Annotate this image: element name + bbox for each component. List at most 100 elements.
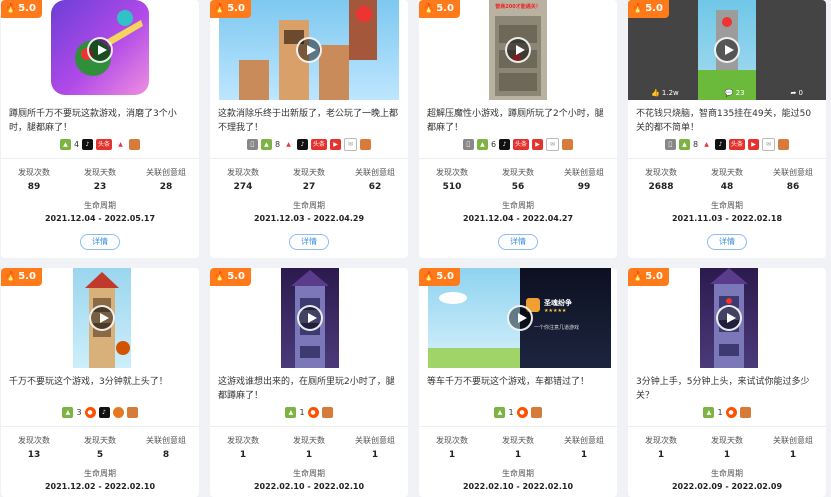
creative-card[interactable]: 🔥 5.0 千万不要玩这个游戏，3分钟就上头了！ ▲ 3 ● ♪ 发现次数 13 发… xyxy=(1,268,199,497)
stat-discover-count: 发现次数 274 xyxy=(227,168,259,192)
flame-icon: 🔥 xyxy=(632,272,644,282)
comment-count: 💬 23 xyxy=(724,89,745,97)
toutiao-icon: 头条 xyxy=(513,138,530,150)
play-icon[interactable] xyxy=(297,305,323,331)
game-app-icon xyxy=(778,138,790,150)
platform-count: 6 xyxy=(490,139,497,149)
pumpkin-app-icon xyxy=(112,406,124,418)
creative-card[interactable]: 👍 1.2w 💬 23 ➦ 0 🔥 5.0 不花钱只烧脑，智商135挂在49关，能… xyxy=(628,0,826,258)
stat-discover-days: 发现天数 56 xyxy=(502,168,534,192)
score-badge: 🔥 5.0 xyxy=(210,268,251,286)
android-icon: ▲ xyxy=(62,406,74,418)
lifecycle-label: 生命周期 xyxy=(84,201,116,210)
stat-creative-groups: 关联创意组 99 xyxy=(564,168,604,192)
lifecycle-label: 生命周期 xyxy=(84,469,116,478)
platform-list:  ▲ 6 ♪ 头条 ▶ ✉ xyxy=(419,137,617,151)
divider xyxy=(1,158,199,159)
creative-card[interactable]: 🔥 5.0 蹲厕所千万不要玩这款游戏，消磨了3个小时，腿都麻了！ ▲ 4 ♪ 头条… xyxy=(1,0,199,258)
ad-copy: 等车千万不要玩这个游戏，车都错过了！ xyxy=(427,377,590,387)
stat-discover-days: 发现天数 5 xyxy=(84,436,116,460)
ad-copy: 这游戏谁想出来的，在厕所里玩2小时了，腿都蹲麻了！ xyxy=(218,377,395,401)
douyin-icon: ♪ xyxy=(715,138,727,150)
ad-copy: 这款消除乐终于出新版了，老公玩了一晚上都不理我了！ xyxy=(218,109,399,133)
platform-list:  ▲ 8 ▲ ♪ 头条 ▶ ✉ xyxy=(628,137,826,151)
platform-count: 1 xyxy=(717,407,723,417)
stat-discover-days: 发现天数 23 xyxy=(84,168,116,192)
social-bar: 👍 1.2w 💬 23 ➦ 0 xyxy=(628,86,826,100)
android-icon: ▲ xyxy=(59,138,71,150)
flame-icon: 🔥 xyxy=(5,272,17,282)
game-app-icon xyxy=(530,406,542,418)
stat-creative-groups: 关联创意组 1 xyxy=(355,436,395,460)
lifecycle-label: 生命周期 xyxy=(711,469,743,478)
score-value: 5.0 xyxy=(436,271,454,282)
xigua-icon: ▲ xyxy=(283,138,295,150)
creative-card[interactable]: 🔥 5.0 3分钟上手，5分钟上头，来试试你能过多少关？ ▲ 1 ● 发现次数 1 … xyxy=(628,268,826,497)
video-app-icon: ▶ xyxy=(532,138,544,150)
detail-button[interactable]: 详情 xyxy=(498,234,538,250)
play-icon[interactable] xyxy=(87,37,113,63)
apple-icon:  xyxy=(664,138,676,150)
stat-discover-days: 发现天数 1 xyxy=(293,436,325,460)
score-badge: 🔥 5.0 xyxy=(628,268,669,286)
platform-count: 8 xyxy=(274,139,281,149)
toutiao-icon: 头条 xyxy=(311,138,328,150)
detail-button[interactable]: 详情 xyxy=(80,234,120,250)
stat-discover-days: 发现天数 48 xyxy=(711,168,743,192)
score-value: 5.0 xyxy=(436,3,454,14)
toutiao-icon: 头条 xyxy=(96,138,113,150)
detail-button[interactable]: 详情 xyxy=(707,234,747,250)
divider xyxy=(210,158,408,159)
score-value: 5.0 xyxy=(645,271,663,282)
stat-creative-groups: 关联创意组 28 xyxy=(146,168,186,192)
score-value: 5.0 xyxy=(18,3,36,14)
lifecycle-label: 生命周期 xyxy=(502,201,534,210)
flame-icon: 🔥 xyxy=(214,4,226,14)
stat-discover-count: 发现次数 1 xyxy=(227,436,259,460)
android-icon: ▲ xyxy=(476,138,488,150)
lifecycle-range: 2022.02.09 - 2022.02.09 xyxy=(671,482,783,491)
kuaishou-icon: ● xyxy=(516,406,528,418)
score-value: 5.0 xyxy=(227,271,245,282)
play-icon[interactable] xyxy=(716,305,742,331)
android-icon: ▲ xyxy=(703,406,715,418)
toutiao-icon: 头条 xyxy=(729,138,746,150)
game-app-icon xyxy=(739,406,751,418)
mail-icon: ✉ xyxy=(546,137,560,151)
stat-discover-count: 发现次数 1 xyxy=(436,436,468,460)
score-value: 5.0 xyxy=(18,271,36,282)
play-icon[interactable] xyxy=(89,305,115,331)
stats-row: 发现次数 1 发现天数 1 关联创意组 1 xyxy=(419,435,617,463)
thumb-caption: 智商200才能通关！ xyxy=(495,4,541,10)
flame-icon: 🔥 xyxy=(214,272,226,282)
lifecycle-range: 2022.02.10 - 2022.02.10 xyxy=(253,482,365,491)
lifecycle-range: 2021.12.03 - 2022.04.29 xyxy=(253,214,365,223)
ad-copy: 蹲厕所千万不要玩这款游戏，消磨了3个小时，腿都麻了！ xyxy=(9,109,177,133)
play-icon[interactable] xyxy=(507,305,533,331)
play-icon[interactable] xyxy=(505,37,531,63)
platform-list: ▲ 1 ● xyxy=(419,405,617,419)
creative-card[interactable]: 智商200才能通关！ 🔥 5.0 超解压魔性小游戏，蹲厕所玩了2个小时，腿都麻了！… xyxy=(419,0,617,258)
lifecycle-range: 2021.12.04 - 2022.05.17 xyxy=(44,214,156,223)
creative-card[interactable]: 圣魂纷争 ★★★★★ 一个你注意几道游戏 🔥 5.0 等车千万不要玩这个游戏，车都… xyxy=(419,268,617,497)
ad-copy: 千万不要玩这个游戏，3分钟就上头了！ xyxy=(9,377,168,387)
play-icon[interactable] xyxy=(296,37,322,63)
game-app-icon xyxy=(129,138,141,150)
creative-card[interactable]: 🔥5.0 这款消除乐终于出新版了，老公玩了一晚上都不理我了！  ▲ 8 ▲ ♪… xyxy=(210,0,408,258)
divider xyxy=(419,158,617,159)
divider xyxy=(1,426,199,427)
score-badge: 🔥 5.0 xyxy=(628,0,669,18)
divider xyxy=(419,426,617,427)
ad-copy: 超解压魔性小游戏，蹲厕所玩了2个小时，腿都麻了！ xyxy=(427,109,604,133)
stat-creative-groups: 关联创意组 86 xyxy=(773,168,813,192)
stat-creative-groups: 关联创意组 62 xyxy=(355,168,395,192)
flame-icon: 🔥 xyxy=(423,272,435,282)
play-icon[interactable] xyxy=(714,37,740,63)
detail-button[interactable]: 详情 xyxy=(289,234,329,250)
platform-list: ▲ 1 ● xyxy=(210,405,408,419)
lifecycle-label: 生命周期 xyxy=(293,201,325,210)
platform-count: 8 xyxy=(692,139,699,149)
creative-card[interactable]: 🔥 5.0 这游戏谁想出来的，在厕所里玩2小时了，腿都蹲麻了！ ▲ 1 ● 发现次… xyxy=(210,268,408,497)
android-icon: ▲ xyxy=(494,406,506,418)
ad-copy: 不花钱只烧脑，智商135挂在49关，能过50关的都不简单！ xyxy=(636,109,812,133)
